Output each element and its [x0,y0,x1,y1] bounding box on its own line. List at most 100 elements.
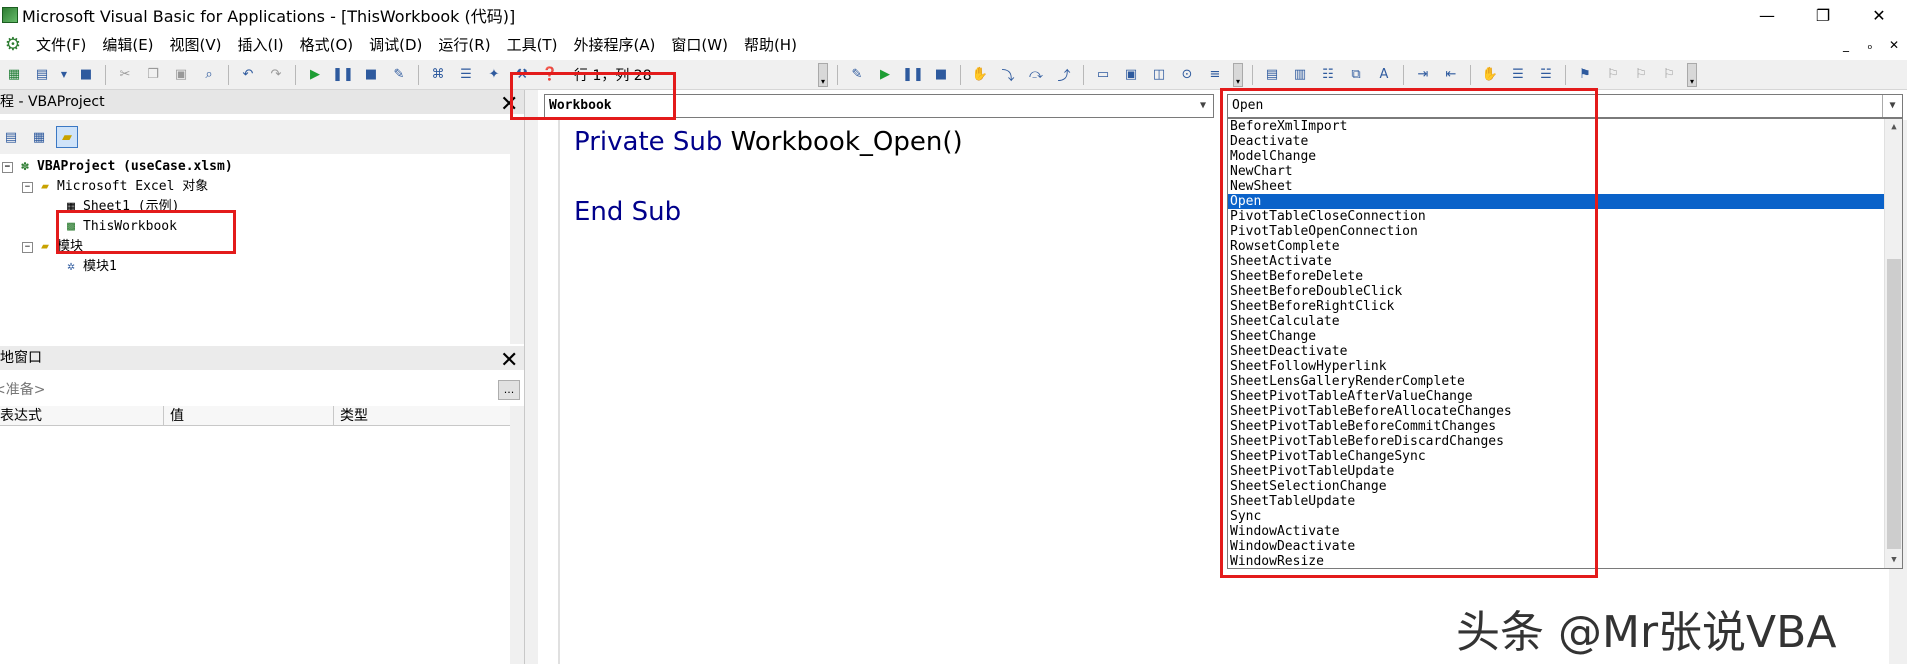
run-icon[interactable]: ▶ [304,64,326,86]
clear-bookmarks-icon[interactable]: ⚐ [1658,64,1680,86]
toggle-folders-icon[interactable]: ▰ [56,126,78,148]
next-bookmark-icon[interactable]: ⚐ [1602,64,1624,86]
toolbar-grip[interactable]: ▾ [1233,62,1243,87]
menu-addins[interactable]: 外接程序(A) [565,30,663,60]
code-editor[interactable]: Private Sub Workbook_Open() End Sub [574,126,963,266]
collapse-icon[interactable]: − [22,241,33,253]
tree-excel-objects[interactable]: − ▰ Microsoft Excel 对象 [22,178,208,196]
reset-icon[interactable]: ■ [360,64,382,86]
outdent-icon[interactable]: ⇤ [1440,64,1462,86]
redo-icon[interactable]: ↷ [265,64,287,86]
mdi-minimize-button[interactable]: _ [1839,38,1853,52]
menu-help[interactable]: 帮助(H) [736,30,805,60]
break-icon-2[interactable]: ❚❚ [902,64,924,86]
dropdown-item[interactable]: NewSheet [1228,179,1884,194]
dropdown-item[interactable]: SheetCalculate [1228,314,1884,329]
dropdown-item[interactable]: SheetTableUpdate [1228,494,1884,509]
help-icon[interactable]: ❓ [539,64,561,86]
dropdown-item[interactable]: SheetPivotTableUpdate [1228,464,1884,479]
column-expression[interactable]: 表达式 [0,406,164,425]
call-stack-icon[interactable]: ≡ [1204,64,1226,86]
step-out-icon[interactable]: ⤴ [1053,64,1075,86]
locals-close-icon[interactable]: ✕ [500,350,518,372]
step-into-icon[interactable]: ⤵ [997,64,1019,86]
scroll-down-icon[interactable]: ▼ [1885,552,1902,568]
view-code-icon[interactable]: ▤ [0,126,22,148]
prev-bookmark-icon[interactable]: ⚐ [1630,64,1652,86]
dropdown-item[interactable]: SheetBeforeRightClick [1228,299,1884,314]
locals-window-icon[interactable]: ▭ [1092,64,1114,86]
reset-icon-2[interactable]: ■ [930,64,952,86]
quick-watch-icon[interactable]: ⊙ [1176,64,1198,86]
dropdown-item[interactable]: BeforeXmlImport [1228,119,1884,134]
design-mode-icon-2[interactable]: ✎ [846,64,868,86]
mdi-close-button[interactable]: ✕ [1887,38,1901,52]
view-object-icon[interactable]: ▦ [28,126,50,148]
menu-view[interactable]: 视图(V) [162,30,230,60]
parameter-info-icon[interactable]: ⧉ [1345,64,1367,86]
uncomment-block-icon[interactable]: ☱ [1535,64,1557,86]
find-icon[interactable]: ⌕ [198,64,220,86]
menu-file[interactable]: 文件(F) [28,30,94,60]
splitter[interactable] [524,90,538,664]
run-icon-2[interactable]: ▶ [874,64,896,86]
toolbox-icon[interactable]: ⚒ [511,64,533,86]
dropdown-item[interactable]: Sync [1228,509,1884,524]
collapse-icon[interactable]: − [2,161,13,173]
toggle-breakpoint-icon[interactable]: ✋ [969,64,991,86]
paste-icon[interactable]: ▣ [170,64,192,86]
restore-button[interactable]: ❐ [1795,0,1851,30]
dropdown-item[interactable]: SheetBeforeDoubleClick [1228,284,1884,299]
tree-thisworkbook[interactable]: ▩ ThisWorkbook [62,218,177,236]
dropdown-item[interactable]: RowsetComplete [1228,239,1884,254]
call-stack-button[interactable]: ... [498,380,520,400]
tree-sheet1[interactable]: ▦ Sheet1 (示例) [62,198,179,216]
menu-edit[interactable]: 编辑(E) [94,30,161,60]
mdi-restore-button[interactable]: ₒ [1863,38,1877,52]
quick-info-icon[interactable]: ☷ [1317,64,1339,86]
dropdown-item[interactable]: PivotTableOpenConnection [1228,224,1884,239]
code-margin[interactable] [538,120,560,664]
menu-run[interactable]: 运行(R) [430,30,498,60]
menu-window[interactable]: 窗口(W) [663,30,736,60]
dropdown-item[interactable]: SheetLensGalleryRenderComplete [1228,374,1884,389]
dropdown-item[interactable]: SheetActivate [1228,254,1884,269]
dropdown-item[interactable]: Open [1228,194,1884,209]
immediate-window-icon[interactable]: ▣ [1120,64,1142,86]
dropdown-item[interactable]: NewChart [1228,164,1884,179]
view-excel-icon[interactable]: ▦ [3,64,25,86]
scroll-up-icon[interactable]: ▲ [1885,119,1902,135]
save-icon[interactable]: ■ [75,64,97,86]
complete-word-icon[interactable]: A [1373,64,1395,86]
dropdown-item[interactable]: WindowDeactivate [1228,539,1884,554]
dropdown-item[interactable]: SheetPivotTableChangeSync [1228,449,1884,464]
insert-userform-icon[interactable]: ▤ [31,64,53,86]
close-button[interactable]: ✕ [1851,0,1907,30]
dropdown-item[interactable]: ModelChange [1228,149,1884,164]
locals-scrollbar[interactable] [510,406,524,664]
dropdown-item[interactable]: SheetChange [1228,329,1884,344]
menu-format[interactable]: 格式(O) [292,30,362,60]
dropdown-item[interactable]: PivotTableCloseConnection [1228,209,1884,224]
dropdown-item[interactable]: SheetPivotTableBeforeAllocateChanges [1228,404,1884,419]
watch-window-icon[interactable]: ◫ [1148,64,1170,86]
toolbar-grip[interactable]: ▾ [1687,62,1697,87]
step-over-icon[interactable]: ⤼ [1025,64,1047,86]
chevron-down-icon[interactable]: ▼ [59,64,69,86]
comment-block-icon[interactable]: ☰ [1507,64,1529,86]
column-type[interactable]: 类型 [334,406,510,425]
breakpoint-hand-icon[interactable]: ✋ [1479,64,1501,86]
dropdown-item[interactable]: SheetPivotTableAfterValueChange [1228,389,1884,404]
menu-debug[interactable]: 调试(D) [361,30,430,60]
dropdown-item[interactable]: SheetPivotTableBeforeCommitChanges [1228,419,1884,434]
dropdown-item[interactable]: WindowResize [1228,554,1884,568]
list-properties-icon[interactable]: ▤ [1261,64,1283,86]
dropdown-item[interactable]: SheetFollowHyperlink [1228,359,1884,374]
dropdown-item[interactable]: Deactivate [1228,134,1884,149]
code-line[interactable]: Private Sub Workbook_Open() [574,126,963,196]
menu-tools[interactable]: 工具(T) [499,30,566,60]
dropdown-item[interactable]: SheetDeactivate [1228,344,1884,359]
design-mode-icon[interactable]: ✎ [388,64,410,86]
menu-insert[interactable]: 插入(I) [230,30,292,60]
toggle-bookmark-icon[interactable]: ⚑ [1574,64,1596,86]
